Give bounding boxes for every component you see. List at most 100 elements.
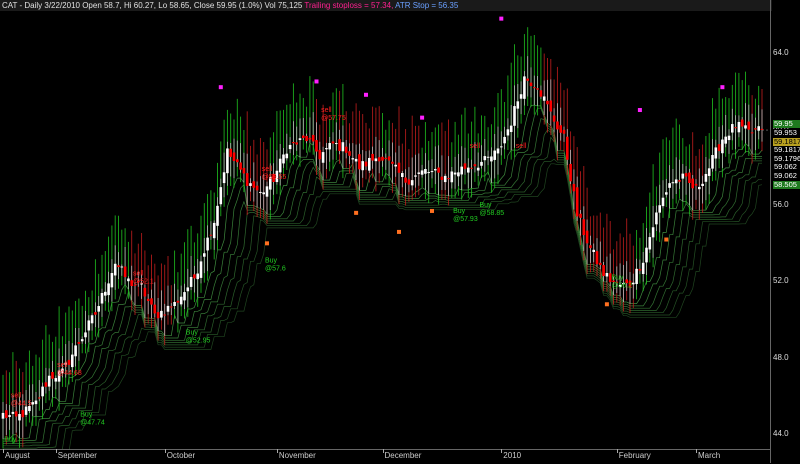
candle-body: [153, 304, 157, 314]
candle-body: [127, 278, 130, 282]
sell-signal-label: sell: [262, 166, 273, 173]
candle-body: [641, 262, 645, 274]
candle-body: [740, 119, 744, 127]
candle-body: [473, 164, 477, 167]
candle-body: [516, 101, 520, 109]
x-tick-mark: [276, 449, 278, 453]
candle-body: [727, 135, 731, 141]
candle-body: [500, 146, 503, 148]
candle-body: [592, 249, 595, 252]
candle-body: [308, 137, 312, 140]
candle-body: [523, 76, 526, 99]
candle-body: [427, 172, 430, 174]
candle-body: [665, 192, 668, 195]
candle-body: [467, 167, 470, 173]
candle-body: [328, 143, 331, 150]
candle-body: [318, 149, 322, 160]
candle-body: [407, 179, 411, 185]
price-plot: BuyBuy@47.74Buy@52.95Buy@57.6Buy@57.93Bu…: [1, 16, 770, 449]
candle-body: [579, 213, 582, 218]
x-tick-mark: [616, 449, 618, 453]
candle-body: [11, 411, 15, 414]
candle-body: [364, 161, 368, 167]
candle-body: [397, 162, 401, 173]
buy-signal-label: Buy: [453, 208, 466, 215]
candle-body: [371, 153, 374, 161]
candle-body: [288, 144, 292, 150]
candle-body: [684, 173, 688, 177]
candle-body: [595, 251, 599, 265]
candle-body: [212, 222, 216, 239]
candle-body: [377, 157, 381, 162]
candle-body: [368, 157, 371, 171]
candle-body: [401, 173, 404, 177]
candle-body: [602, 265, 605, 277]
candle-body: [166, 305, 170, 312]
y-tick-label: 48.0: [773, 352, 789, 362]
price-level-box: 58.505: [773, 180, 800, 189]
top-marker: [637, 108, 642, 113]
candle-body: [232, 152, 236, 162]
candle-body: [721, 139, 724, 154]
candle-body: [635, 268, 638, 285]
candle-body: [104, 291, 107, 296]
candle-body: [54, 378, 58, 382]
price-level-box: 59.953: [773, 129, 800, 138]
candle-body: [302, 135, 305, 139]
sell-signal-label: sell: [516, 143, 527, 150]
candle-body: [34, 400, 38, 405]
candle-body: [737, 121, 741, 133]
candle-body: [156, 312, 160, 319]
candle-body: [688, 172, 691, 183]
candle-body: [18, 414, 21, 421]
top-marker: [499, 16, 504, 21]
candle-body: [480, 161, 483, 166]
candle-body: [490, 156, 493, 162]
candle-body: [1, 412, 5, 419]
sell-signal-label: @44.5: [11, 401, 32, 408]
candle-body: [199, 261, 203, 278]
candle-body: [203, 253, 206, 257]
x-tick-mark: [164, 449, 166, 453]
candle-body: [24, 406, 28, 415]
candle-body: [513, 106, 516, 126]
candle-body: [51, 372, 54, 379]
stop-ribbon-line-4: [3, 129, 762, 447]
header-symbol: CAT - Daily 3/22/2010: [2, 1, 80, 10]
candle-body: [562, 129, 566, 134]
candle-body: [186, 287, 190, 292]
candle-body: [496, 148, 500, 154]
candle-body: [351, 158, 355, 160]
candle-body: [189, 276, 193, 287]
candle-body: [457, 172, 460, 177]
candle-body: [529, 82, 533, 87]
candle-body: [572, 183, 576, 192]
candle-body: [424, 168, 427, 174]
candle-body: [506, 129, 510, 136]
top-marker: [218, 85, 223, 90]
x-month-label: March: [698, 451, 721, 460]
candle-body: [305, 135, 308, 142]
candle-body: [335, 143, 338, 145]
candle-body: [325, 148, 328, 150]
candle-body: [123, 266, 127, 278]
top-marker: [420, 115, 425, 120]
top-marker: [314, 79, 319, 84]
candle-body: [21, 410, 25, 418]
candle-body: [546, 100, 549, 105]
candle-body: [678, 180, 681, 182]
candle-body: [661, 197, 665, 207]
candle-body: [315, 140, 318, 152]
candle-body: [219, 187, 223, 205]
candle-body: [404, 177, 407, 183]
candle-body: [74, 345, 77, 357]
candle-body: [117, 265, 120, 268]
top-marker: [720, 85, 725, 90]
candle-body: [651, 227, 655, 238]
candle-body: [483, 156, 487, 161]
candle-body: [80, 339, 84, 342]
candle-body: [414, 175, 417, 177]
sell-signal-label: sell: [11, 393, 22, 400]
candle-body: [107, 283, 110, 296]
sell-signal-label: sell: [470, 143, 481, 150]
